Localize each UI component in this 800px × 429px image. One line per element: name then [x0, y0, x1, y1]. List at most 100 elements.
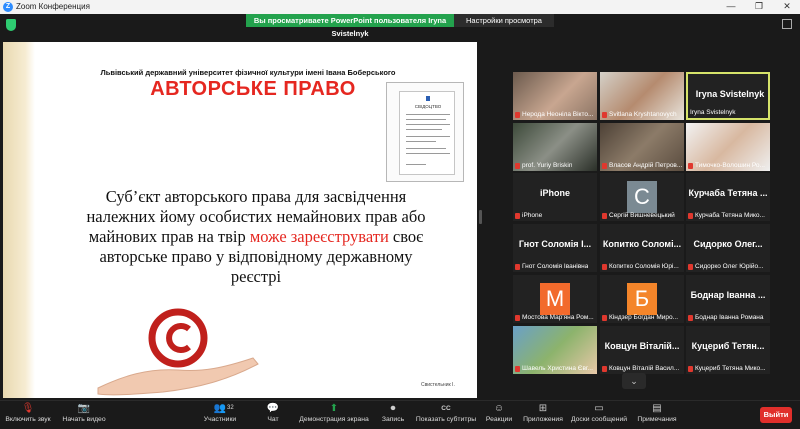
record-button[interactable]: ⏺ Запись: [376, 403, 410, 423]
maximize-button[interactable]: ❐: [748, 0, 770, 14]
minimize-button[interactable]: —: [720, 0, 742, 14]
viewing-banner: Вы просматриваете PowerPoint пользовател…: [246, 14, 454, 38]
slide-heading: АВТОРСЬКЕ ПРАВО: [150, 78, 356, 100]
participant-display-name: Ковцун Віталій...: [604, 341, 680, 351]
view-settings-button[interactable]: Настройки просмотра: [454, 14, 554, 27]
chat-icon: 💬: [266, 403, 280, 414]
participant-tile[interactable]: Svitlana Kryshtanovych: [600, 72, 684, 120]
record-label: Запись: [381, 416, 405, 423]
whiteboards-button[interactable]: ▭ Доски сообщений: [568, 403, 630, 423]
whiteboards-label: Доски сообщений: [570, 416, 628, 423]
certificate-image: СВІДОЦТВО: [386, 82, 464, 182]
certificate-title: СВІДОЦТВО: [414, 104, 442, 109]
slide-footer: Свистельник І.: [421, 382, 455, 388]
participant-display-name: Копитко Соломі...: [602, 239, 682, 249]
participant-display-name: Iryna Svistelnyk: [695, 89, 765, 99]
participant-display-name: Боднар Іванна ...: [690, 290, 766, 300]
reactions-icon: ☺: [493, 403, 505, 414]
slide-university: Львівський державний університет фізично…: [100, 68, 396, 77]
slide-body-highlight: може зареєструвати: [249, 227, 389, 246]
start-video-label: Начать видео: [62, 416, 106, 423]
fullscreen-icon[interactable]: [782, 19, 792, 29]
reactions-button[interactable]: ☺ Реакции: [482, 403, 516, 423]
participant-avatar: М: [540, 283, 570, 315]
participants-label: Участники: [203, 416, 237, 423]
chat-button[interactable]: 💬 Чат: [258, 403, 288, 423]
participant-tile[interactable]: Копитко Соломі... Копитко Соломія Юрі...: [600, 224, 684, 272]
participant-display-name: iPhone: [539, 188, 570, 198]
participant-avatar: Б: [627, 283, 657, 315]
participants-button[interactable]: 👥 32 Участники: [196, 403, 244, 423]
participant-tile[interactable]: iPhone iPhone: [513, 173, 597, 221]
close-button[interactable]: ✕: [776, 0, 798, 14]
participant-tile[interactable]: Сидорко Олег... Сидорко Олег Юрійо...: [686, 224, 770, 272]
participant-tile[interactable]: Боднар Іванна ... Боднар Іванна Романа: [686, 275, 770, 323]
meeting-toolbar: 🎙 Включить звук 📷 Начать видео 👥 32 Учас…: [0, 400, 800, 429]
share-screen-label: Демонстрация экрана: [299, 416, 369, 423]
record-icon: ⏺: [390, 403, 396, 414]
chat-label: Чат: [267, 416, 279, 423]
participant-name-label: Гнот Соломія Іванівна: [515, 263, 588, 270]
notes-button[interactable]: ▤ Примечания: [632, 403, 682, 423]
slide-decor-bar: [3, 42, 35, 398]
participant-display-name: Курчаба Тетяна ...: [688, 188, 768, 198]
shared-screen: Львівський державний університет фізично…: [3, 42, 477, 398]
participant-name-label: prof. Yuriy Briskin: [515, 162, 572, 169]
slide-body: Суб’єкт авторського права для засвідченн…: [81, 187, 431, 287]
participant-tile[interactable]: Ковцун Віталій... Ковцун Віталій Васил...: [600, 326, 684, 374]
participant-display-name: Куцериб Тетян...: [691, 341, 765, 351]
reactions-label: Реакции: [485, 416, 513, 423]
participant-tile[interactable]: prof. Yuriy Briskin: [513, 123, 597, 171]
participants-count: 32: [227, 405, 234, 411]
video-off-icon: 📷: [77, 403, 91, 414]
notes-icon: ▤: [652, 403, 662, 414]
participant-tile[interactable]: Шавель Христина Євг...: [513, 326, 597, 374]
security-shield-icon[interactable]: [6, 19, 16, 31]
participant-tile[interactable]: Б Кіндзер Богдан Миро...: [600, 275, 684, 323]
captions-button[interactable]: CC Показать субтитры: [414, 403, 478, 423]
unmute-button[interactable]: 🎙 Включить звук: [4, 403, 52, 423]
share-screen-button[interactable]: ⬆ Демонстрация экрана: [296, 403, 372, 423]
participant-name-label: Кіндзер Богдан Миро...: [602, 314, 678, 321]
zoom-logo-icon: Z: [3, 2, 13, 12]
gallery-scroll-down-icon[interactable]: ⌄: [622, 373, 646, 389]
participant-avatar: С: [627, 181, 657, 213]
participant-tile[interactable]: Гнот Соломія І... Гнот Соломія Іванівна: [513, 224, 597, 272]
participant-tile[interactable]: Iryna Svistelnyk Iryna Svistelnyk: [686, 72, 770, 120]
share-screen-icon: ⬆: [329, 403, 339, 414]
participant-name-label: Куцериб Тетяна Мико...: [688, 365, 766, 372]
captions-icon: CC: [441, 405, 451, 412]
mic-muted-icon: 🎙: [21, 403, 35, 414]
start-video-button[interactable]: 📷 Начать видео: [60, 403, 108, 423]
participant-name-label: Тимочко-Волошин Ро...: [688, 162, 765, 169]
window-titlebar: Z Zoom Конференция — ❐ ✕: [0, 0, 800, 14]
participant-name-label: Курчаба Тетяна Мико...: [688, 212, 765, 219]
participant-name-label: Нерода Неоніла Вікто...: [515, 111, 593, 118]
window-title: Zoom Конференция: [16, 2, 90, 11]
participant-display-name: Гнот Соломія І...: [518, 239, 592, 249]
participant-tile[interactable]: Куцериб Тетян... Куцериб Тетяна Мико...: [686, 326, 770, 374]
splitter-handle[interactable]: [479, 210, 482, 224]
participant-tile[interactable]: Власов Андрій Петров...: [600, 123, 684, 171]
copyright-hand-icon: [97, 308, 259, 396]
participant-tile[interactable]: Тимочко-Волошин Ро...: [686, 123, 770, 171]
apps-label: Приложения: [523, 416, 563, 423]
leave-button[interactable]: Выйти: [760, 407, 792, 423]
participant-name-label: Iryna Svistelnyk: [690, 109, 736, 116]
participant-name-label: Svitlana Kryshtanovych: [602, 111, 677, 118]
notes-label: Примечания: [637, 416, 677, 423]
meeting-topbar: Вы просматриваете PowerPoint пользовател…: [0, 14, 800, 42]
participant-display-name: Сидорко Олег...: [693, 239, 763, 249]
participant-name-label: Боднар Іванна Романа: [688, 314, 764, 321]
participant-tile[interactable]: Курчаба Тетяна ... Курчаба Тетяна Мико...: [686, 173, 770, 221]
captions-label: Показать субтитры: [415, 416, 477, 423]
participant-name-label: Сергій Вишневецький: [602, 212, 675, 219]
apps-button[interactable]: ⊞ Приложения: [520, 403, 566, 423]
participant-tile[interactable]: Нерода Неоніла Вікто...: [513, 72, 597, 120]
apps-icon: ⊞: [538, 403, 548, 414]
participant-tile[interactable]: М Мостова Мар'яна Ром...: [513, 275, 597, 323]
participant-name-label: Сидорко Олег Юрійо...: [688, 263, 764, 270]
participant-name-label: Власов Андрій Петров...: [602, 162, 682, 169]
participant-name-label: iPhone: [515, 212, 542, 219]
participant-tile[interactable]: С Сергій Вишневецький: [600, 173, 684, 221]
